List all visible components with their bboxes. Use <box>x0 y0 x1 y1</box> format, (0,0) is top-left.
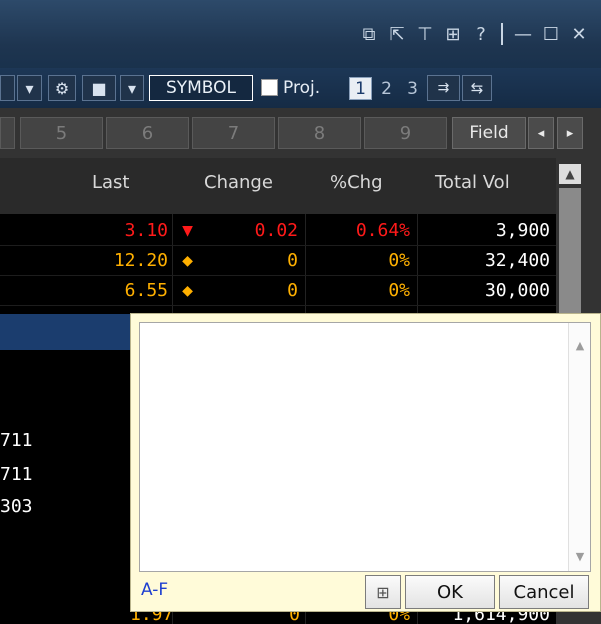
unchanged-arrow-icon: ◆ <box>182 280 193 301</box>
pct-change-value: 0.64% <box>355 220 410 241</box>
total-vol-value: 3,900 <box>495 220 550 241</box>
table-row[interactable]: 12.20 ◆ 0 0% 32,400 <box>0 246 556 276</box>
title-bar: ⧉ ⇱ ⊤ ⊞ ? — ☐ ✕ <box>0 0 601 76</box>
minimize-icon[interactable]: — <box>509 22 537 46</box>
last-value: 6.55 <box>124 280 168 301</box>
table-row[interactable]: 6.55 ◆ 0 0% 30,000 <box>0 276 556 306</box>
unchanged-arrow-icon: ◆ <box>182 250 193 271</box>
column-header: Last Change %Chg Total Vol <box>0 158 556 214</box>
symbol-input[interactable]: SYMBOL <box>149 75 253 101</box>
popout-icon[interactable]: ⇱ <box>383 22 411 46</box>
nav-left-icon[interactable]: ◂ <box>528 117 554 149</box>
calendar-icon[interactable]: ⊞ <box>365 575 401 609</box>
swap-icon[interactable]: ⇆ <box>462 75 492 101</box>
selected-row[interactable] <box>0 314 132 350</box>
change-value: 0 <box>287 250 298 271</box>
tab-7[interactable]: 7 <box>192 117 275 149</box>
pin-icon[interactable]: ⊤ <box>411 22 439 46</box>
column-total-vol[interactable]: Total Vol <box>435 172 510 193</box>
proj-checkbox[interactable] <box>261 79 278 96</box>
tab-5[interactable]: 5 <box>20 117 103 149</box>
square-icon[interactable]: ■ <box>82 75 116 101</box>
af-label[interactable]: A-F <box>141 580 168 600</box>
restore-icon[interactable]: ⧉ <box>355 22 383 46</box>
total-vol-value: 1,614,900 <box>452 612 550 624</box>
total-vol-value: 32,400 <box>484 250 550 271</box>
symbol-list-textarea[interactable]: ▲ ▼ <box>139 322 591 572</box>
tab-6[interactable]: 6 <box>106 117 189 149</box>
tab-9[interactable]: 9 <box>364 117 447 149</box>
symbol-entry-popup: ▲ ▼ A-F ⊞ OK Cancel <box>130 313 601 612</box>
tab-partial[interactable] <box>0 117 15 149</box>
page-1-button[interactable]: 1 <box>349 77 372 100</box>
symbol-fragment: 711 <box>0 430 33 451</box>
close-icon[interactable]: ✕ <box>565 22 593 46</box>
help-icon[interactable]: ? <box>467 22 495 46</box>
field-button[interactable]: Field <box>452 117 526 149</box>
grid-icon[interactable]: ⊞ <box>439 22 467 46</box>
page-3-button[interactable]: 3 <box>401 77 424 100</box>
square-dropdown-button[interactable]: ▾ <box>120 75 144 101</box>
change-value: 0.02 <box>254 220 298 241</box>
table-row[interactable]: 3.10 ▼ 0.02 0.64% 3,900 <box>0 216 556 246</box>
pct-change-value: 0% <box>388 250 410 271</box>
window-controls: ⧉ ⇱ ⊤ ⊞ ? — ☐ ✕ <box>355 22 593 46</box>
scroll-thumb[interactable] <box>559 188 581 318</box>
tab-8[interactable]: 8 <box>278 117 361 149</box>
proj-label: Proj. <box>283 78 321 98</box>
scroll-up-icon[interactable]: ▲ <box>569 339 591 352</box>
scroll-up-icon[interactable]: ▲ <box>559 164 581 184</box>
column-last[interactable]: Last <box>92 172 130 193</box>
ok-button[interactable]: OK <box>405 575 495 609</box>
scroll-down-icon[interactable]: ▼ <box>569 550 591 563</box>
toolbar: ▾ ⚙ ■ ▾ SYMBOL Proj. 1 2 3 ⇉ ⇆ <box>0 68 601 108</box>
down-arrow-icon: ▼ <box>182 220 193 241</box>
export-icon[interactable]: ⇉ <box>427 75 460 101</box>
page-2-button[interactable]: 2 <box>375 77 398 100</box>
change-value: 0 <box>289 612 300 624</box>
pct-change-value: 0% <box>388 612 410 624</box>
popup-scrollbar[interactable]: ▲ ▼ <box>568 323 590 571</box>
pct-change-value: 0% <box>388 280 410 301</box>
divider <box>501 23 503 45</box>
gear-icon[interactable]: ⚙ <box>48 75 76 101</box>
dropdown-button[interactable]: ▾ <box>17 75 42 101</box>
nav-right-icon[interactable]: ▸ <box>557 117 583 149</box>
last-value: 3.10 <box>124 220 168 241</box>
symbol-fragment: 303 <box>0 496 33 517</box>
cancel-button[interactable]: Cancel <box>499 575 589 609</box>
last-value: 12.20 <box>113 250 168 271</box>
total-vol-value: 30,000 <box>484 280 550 301</box>
last-value: 1.97 <box>130 612 174 624</box>
column-change[interactable]: Change <box>204 172 273 193</box>
toolbar-left-edge <box>0 75 15 101</box>
column-pct-change[interactable]: %Chg <box>330 172 383 193</box>
change-value: 0 <box>287 280 298 301</box>
symbol-fragment: 711 <box>0 464 33 485</box>
tab-bar: 5 6 7 8 9 Field ◂ ▸ <box>0 108 601 158</box>
partial-bottom-row: 1.97 0 0% 1,614,900 <box>0 612 556 624</box>
maximize-icon[interactable]: ☐ <box>537 22 565 46</box>
